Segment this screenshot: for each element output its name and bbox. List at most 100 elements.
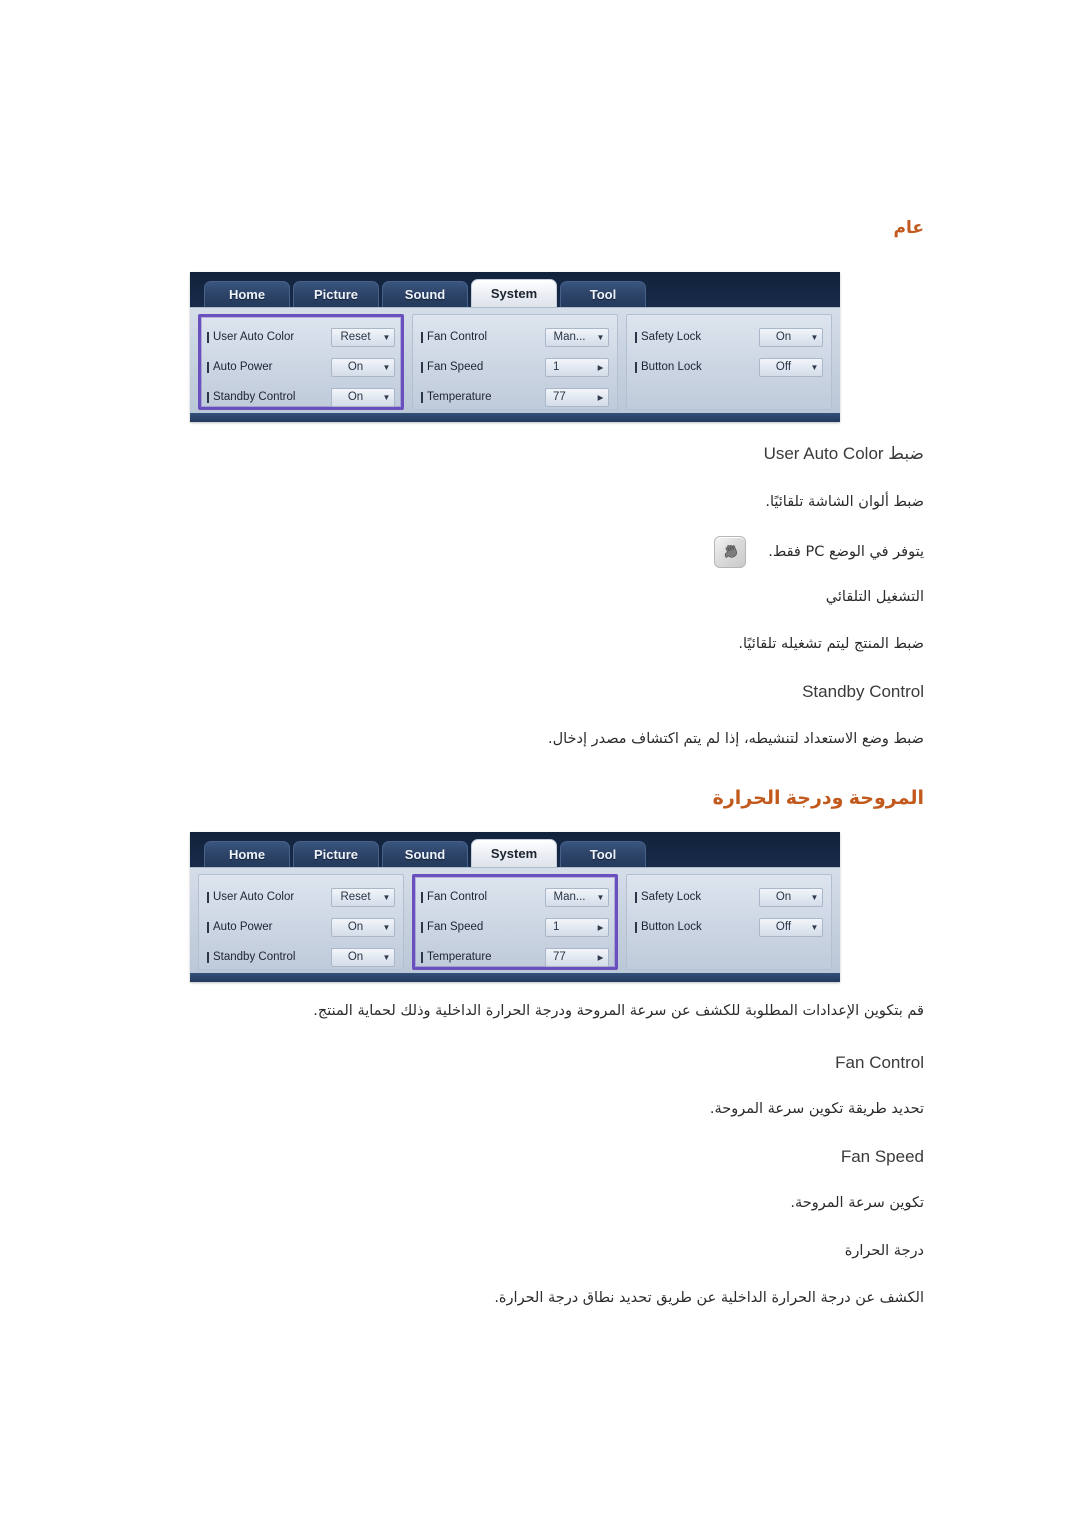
note-block: يتوفر في الوضع PC فقط. [714,536,924,568]
osd-tab-picture[interactable]: Picture [293,281,379,307]
osd-dropdown[interactable]: On [759,887,823,907]
osd-item-label: Auto Power [207,921,327,933]
osd-dropdown[interactable]: On [331,357,395,377]
bullet-icon [635,361,637,373]
bullet-icon [421,891,423,903]
osd-item-label-text: Safety Lock [641,331,702,343]
osd-item-label: Safety Lock [635,891,755,903]
chevron-down-icon[interactable] [593,329,608,346]
bullet-icon [635,891,637,903]
osd-dropdown[interactable]: On [331,947,395,967]
osd-item-label-text: Fan Speed [427,361,484,373]
bullet-icon [207,361,209,373]
osd-dropdown[interactable]: On [331,387,395,407]
chevron-down-icon[interactable] [807,889,822,906]
osd-row: Temperature 77 [421,382,609,412]
chevron-right-icon[interactable] [593,359,608,376]
chevron-down-icon[interactable] [379,359,394,376]
osd-tab-bar: Home Picture Sound System Tool [190,272,840,307]
chevron-down-icon[interactable] [379,389,394,406]
user-auto-color-title: ضبط User Auto Color [763,444,924,463]
osd-dropdown[interactable]: Reset [331,887,395,907]
osd-item-label: Button Lock [635,361,755,373]
osd-value-text: On [347,950,364,963]
osd-column-lock: Safety Lock On Button Lock Off [626,874,832,970]
standby-control-title: Standby Control [802,682,924,701]
osd-value-text: Reset [340,330,371,343]
osd-stepper[interactable]: 77 [545,387,609,407]
osd-item-label: Safety Lock [635,331,755,343]
osd-stepper[interactable]: 77 [545,947,609,967]
bullet-icon [207,331,209,343]
chevron-right-icon[interactable] [593,389,608,406]
osd-row: Safety Lock On [635,322,823,352]
bullet-icon [207,391,209,403]
osd-item-label-text: Safety Lock [641,891,702,903]
osd-row: Auto Power On [207,352,395,382]
note-hand-icon [714,536,747,568]
osd-row: Fan Control Man... [421,882,609,912]
osd-panel-body: User Auto ColorResetAuto PowerOnStandby … [190,867,840,980]
osd-tab-sound[interactable]: Sound [382,841,468,867]
chevron-down-icon[interactable] [379,889,394,906]
osd-footer-bar [190,973,840,982]
osd-tab-system[interactable]: System [471,279,557,307]
chevron-right-icon[interactable] [593,949,608,966]
chevron-down-icon[interactable] [807,359,822,376]
osd-value-text: On [775,330,792,343]
osd-item-label: Fan Speed [421,361,541,373]
auto-power-description: ضبط المنتج ليتم تشغيله تلقائيًا. [738,636,924,652]
bullet-icon [207,921,209,933]
osd-tab-system[interactable]: System [471,839,557,867]
osd-dropdown[interactable]: Off [759,357,823,377]
osd-item-label: Standby Control [207,951,327,963]
chevron-down-icon[interactable] [379,329,394,346]
chevron-down-icon[interactable] [593,889,608,906]
osd-value-text: 1 [553,920,560,933]
osd-item-label: Fan Speed [421,921,541,933]
osd-item-label: Auto Power [207,361,327,373]
osd-tab-tool[interactable]: Tool [560,841,646,867]
bullet-icon [421,951,423,963]
osd-screenshot-system-general: Home Picture Sound System Tool User Auto Col… [190,272,840,422]
osd-item-label: Fan Control [421,331,541,343]
osd-item-label-text: Auto Power [213,921,273,933]
bullet-icon [207,891,209,903]
osd-column-general: User Auto ColorResetAuto PowerOnStandby … [198,314,404,410]
chevron-down-icon[interactable] [379,919,394,936]
osd-screenshot-system-fan: Home Picture Sound System Tool User Auto Col… [190,832,840,982]
osd-tab-home[interactable]: Home [204,841,290,867]
osd-row: Standby Control On [207,382,395,412]
osd-dropdown[interactable]: Reset [331,327,395,347]
osd-tab-sound[interactable]: Sound [382,281,468,307]
bullet-icon [421,391,423,403]
osd-stepper[interactable]: 1 [545,917,609,937]
fan-speed-description: تكوين سرعة المروحة. [790,1195,924,1211]
osd-dropdown[interactable]: Man... [545,887,609,907]
chevron-down-icon[interactable] [379,949,394,966]
chevron-right-icon[interactable] [593,919,608,936]
chevron-down-icon[interactable] [807,919,822,936]
osd-column-lock: Safety Lock On Button Lock Off [626,314,832,410]
section-heading-general: عام [893,218,924,237]
osd-row: Auto Power On [207,912,395,942]
osd-column-fan: Fan Control Man... Fan Speed 1 Temperature 77 [412,874,618,970]
osd-tab-home[interactable]: Home [204,281,290,307]
osd-stepper[interactable]: 1 [545,357,609,377]
osd-dropdown[interactable]: Man... [545,327,609,347]
osd-dropdown[interactable]: On [331,917,395,937]
chevron-down-icon[interactable] [807,329,822,346]
osd-item-label-text: Standby Control [213,391,296,403]
osd-tab-tool[interactable]: Tool [560,281,646,307]
osd-value-text: Man... [553,890,586,903]
bullet-icon [635,331,637,343]
osd-row: Temperature 77 [421,942,609,972]
section-heading-fan-temperature: المروحة ودرجة الحرارة [712,788,924,809]
osd-dropdown[interactable]: On [759,327,823,347]
osd-dropdown[interactable]: Off [759,917,823,937]
osd-item-label: Button Lock [635,921,755,933]
osd-tab-picture[interactable]: Picture [293,841,379,867]
osd-item-label-text: Temperature [427,391,492,403]
bullet-icon [421,331,423,343]
user-auto-color-description: ضبط ألوان الشاشة تلقائيًا. [765,494,924,510]
